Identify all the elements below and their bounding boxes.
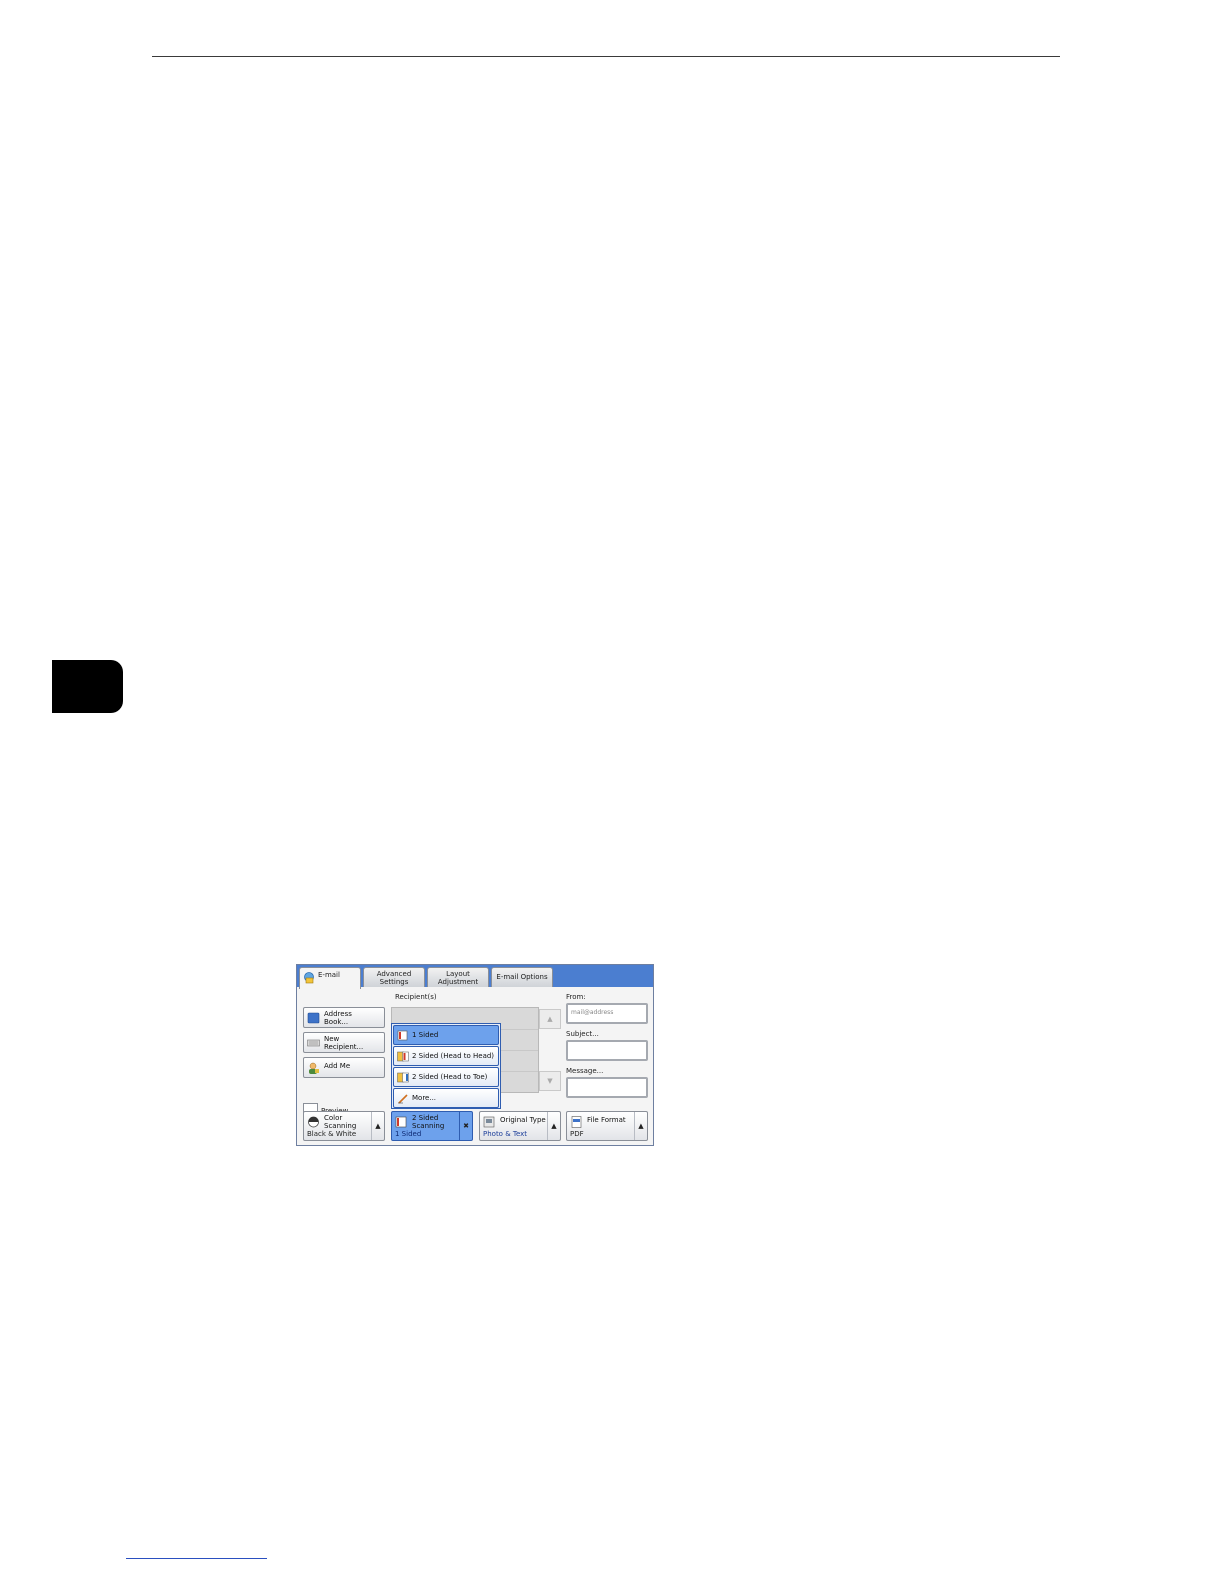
tab-layout-line1: Layout <box>446 970 470 978</box>
address-book-line2: Book... <box>324 1018 349 1026</box>
address-book-button[interactable]: Address Book... <box>303 1007 385 1028</box>
recipients-label: Recipient(s) <box>395 993 437 1001</box>
original-type-icon <box>483 1116 495 1128</box>
more-pencil-icon <box>398 1094 408 1104</box>
user-icon <box>309 1062 319 1074</box>
new-recipient-line2: Recipient... <box>324 1043 364 1051</box>
tab-email-label: E-mail <box>318 971 340 979</box>
arrow-up-icon: ▲ <box>551 1122 557 1130</box>
subject-field[interactable] <box>566 1040 648 1061</box>
original-type-arrow[interactable]: ▲ <box>547 1112 560 1140</box>
file-format-title: File Format <box>587 1116 626 1124</box>
close-icon: ✖ <box>463 1122 469 1130</box>
tab-advanced-line1: Advanced <box>376 970 412 978</box>
from-label: From: <box>566 993 586 1001</box>
footer-link-rule <box>126 1558 267 1559</box>
original-type-title: Original Type <box>500 1116 546 1124</box>
message-label: Message... <box>566 1067 604 1075</box>
new-recipient-button[interactable]: New Recipient... <box>303 1032 385 1053</box>
head-to-head-icon <box>397 1051 409 1062</box>
scroll-up-icon: ▲ <box>547 1015 553 1023</box>
original-type-value: Photo & Text <box>483 1130 528 1138</box>
color-scanning-arrow[interactable]: ▲ <box>371 1112 384 1140</box>
two-sided-close[interactable]: ✖ <box>459 1112 472 1140</box>
tab-advanced-line2: Settings <box>379 978 409 986</box>
email-screen-panel: E-mail Advanced Settings Layout Adjustme… <box>296 964 654 1146</box>
tab-layout-line2: Adjustment <box>437 978 479 986</box>
option-head-to-head-label: 2 Sided (Head to Head) <box>412 1052 495 1060</box>
color-scanning-icon <box>308 1116 319 1128</box>
option-more[interactable]: More... <box>393 1088 499 1108</box>
file-format-icon <box>571 1116 582 1128</box>
scroll-up-button[interactable]: ▲ <box>539 1009 561 1029</box>
address-book-line1: Address <box>324 1010 352 1018</box>
arrow-up-icon: ▲ <box>638 1122 644 1130</box>
email-icon <box>304 972 314 984</box>
add-me-button[interactable]: Add Me <box>303 1057 385 1078</box>
option-more-label: More... <box>412 1094 437 1102</box>
scroll-down-icon: ▼ <box>547 1077 553 1085</box>
arrow-up-icon: ▲ <box>375 1122 381 1130</box>
address-book-icon <box>307 1012 320 1024</box>
tab-email-options[interactable]: E-mail Options <box>491 967 553 987</box>
two-sided-title1: 2 Sided <box>412 1114 439 1122</box>
one-sided-icon <box>397 1030 408 1041</box>
color-scanning-title1: Color <box>324 1114 343 1122</box>
two-sided-dropdown: 1 Sided 2 Sided (Head to Head) 2 Sided (… <box>391 1023 501 1109</box>
original-type-button[interactable]: Original Type Photo & Text ▲ <box>479 1111 561 1141</box>
tab-bar: E-mail Advanced Settings Layout Adjustme… <box>297 965 653 989</box>
file-format-arrow[interactable]: ▲ <box>634 1112 647 1140</box>
new-recipient-line1: New <box>324 1035 340 1043</box>
scroll-down-button[interactable]: ▼ <box>539 1071 561 1091</box>
color-scanning-title2: Scanning <box>324 1122 357 1130</box>
file-format-button[interactable]: File Format PDF ▲ <box>566 1111 648 1141</box>
keyboard-icon <box>307 1039 320 1047</box>
tab-advanced-settings[interactable]: Advanced Settings <box>363 967 425 987</box>
head-to-toe-icon <box>397 1072 409 1083</box>
two-sided-scanning-button[interactable]: 2 Sided Scanning 1 Sided ✖ <box>391 1111 473 1141</box>
tab-email[interactable]: E-mail <box>299 967 361 989</box>
tab-email-options-label: E-mail Options <box>496 973 548 981</box>
option-2-sided-head-to-toe[interactable]: 2 Sided (Head to Toe) <box>393 1067 499 1087</box>
tab-layout-adjustment[interactable]: Layout Adjustment <box>427 967 489 987</box>
chapter-tab <box>52 660 123 713</box>
option-1-sided-label: 1 Sided <box>412 1031 439 1039</box>
add-me-label: Add Me <box>324 1062 351 1070</box>
color-scanning-value: Black & White <box>307 1130 357 1138</box>
tab-content: Address Book... New Recipient... Add Me <box>297 987 653 1145</box>
option-head-to-toe-label: 2 Sided (Head to Toe) <box>412 1073 488 1081</box>
two-sided-value: 1 Sided <box>395 1130 422 1138</box>
two-sided-title2: Scanning <box>412 1122 445 1130</box>
two-sided-icon <box>395 1116 407 1128</box>
option-1-sided[interactable]: 1 Sided <box>393 1025 499 1045</box>
file-format-value: PDF <box>570 1130 584 1138</box>
subject-label: Subject... <box>566 1030 599 1038</box>
color-scanning-button[interactable]: Color Scanning Black & White ▲ <box>303 1111 385 1141</box>
option-2-sided-head-to-head[interactable]: 2 Sided (Head to Head) <box>393 1046 499 1066</box>
from-field[interactable]: mail@address <box>566 1003 648 1024</box>
header-rule <box>152 56 1060 57</box>
message-field[interactable] <box>566 1077 648 1098</box>
